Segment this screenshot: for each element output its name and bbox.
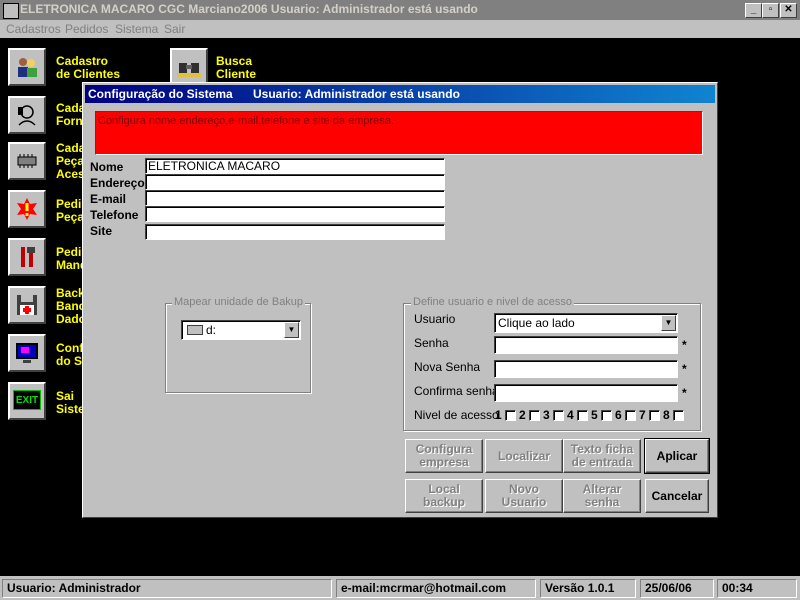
level-checkbox[interactable] — [625, 410, 636, 421]
cancelar-button[interactable]: Cancelar — [645, 479, 709, 513]
aplicar-button[interactable]: Aplicar — [644, 438, 710, 474]
alert-icon[interactable] — [8, 190, 46, 228]
texto-ficha-button[interactable]: Texto ficha de entrada — [563, 439, 641, 473]
drive-icon — [187, 325, 203, 335]
level-checkbox[interactable] — [673, 410, 684, 421]
monitor-icon[interactable] — [8, 334, 46, 372]
dialog-title-user: Usuario: Administrador está usando — [253, 87, 460, 101]
chevron-down-icon[interactable]: ▼ — [661, 315, 676, 331]
level-label: 1 — [495, 408, 502, 422]
usuario-select[interactable]: Clique ao lado ▼ — [494, 313, 678, 333]
status-version: Versão 1.0.1 — [540, 579, 636, 598]
senha-field[interactable] — [494, 336, 678, 354]
exit-icon[interactable]: EXIT — [8, 382, 46, 420]
level-checkbox[interactable] — [577, 410, 588, 421]
desktop-label-configuracao-sistema[interactable]: Conf do S — [56, 342, 83, 368]
level-label: 7 — [639, 408, 646, 422]
people-icon[interactable] — [8, 48, 46, 86]
endereco-label: Endereço — [90, 176, 145, 190]
drive-select[interactable]: d: ▼ — [181, 320, 301, 340]
info-banner: Configura nome,endereço,e-mail,telefone … — [95, 111, 703, 155]
chip-icon[interactable] — [8, 142, 46, 180]
desktop-label-pedido-pecas[interactable]: Pedi Peça — [56, 198, 84, 224]
nome-field[interactable]: ELETRONICA MACARO — [145, 158, 445, 174]
required-mark: * — [682, 338, 687, 352]
level-checkbox[interactable] — [505, 410, 516, 421]
level-label: 5 — [591, 408, 598, 422]
phone-person-icon[interactable] — [8, 96, 46, 134]
nova-senha-label: Nova Senha — [414, 360, 481, 374]
menu-cadastros[interactable]: Cadastros — [6, 22, 61, 36]
nivel-acesso-label: Nivel de acesso — [414, 408, 499, 422]
confirma-senha-field[interactable] — [494, 384, 678, 402]
level-checkbox[interactable] — [649, 410, 660, 421]
minimize-button[interactable]: _ — [745, 3, 762, 18]
telefone-label: Telefone — [90, 208, 139, 222]
desktop-label-cadastro-clientes[interactable]: Cadastro de Clientes — [56, 55, 120, 81]
required-mark: * — [682, 386, 687, 400]
backup-group-title: Mapear unidade de Bakup — [172, 296, 306, 308]
level-checkbox[interactable] — [529, 410, 540, 421]
level-label: 6 — [615, 408, 622, 422]
desktop-label-sair-sistema[interactable]: Sai Siste — [56, 390, 85, 416]
usuario-label: Usuario — [414, 312, 456, 326]
level-label: 8 — [663, 408, 670, 422]
endereco-field[interactable] — [145, 174, 445, 190]
restore-button[interactable]: ▫ — [762, 3, 779, 18]
localizar-button[interactable]: Localizar — [485, 439, 563, 473]
main-title-bar: ELETRONICA MACARO CGC Marciano2006 Usuar… — [0, 0, 800, 20]
drive-value: d: — [206, 323, 217, 337]
usuario-value: Clique ao lado — [498, 316, 575, 330]
telefone-field[interactable] — [145, 206, 445, 222]
desktop-label-cadastro-fornecedor[interactable]: Cada Forn — [56, 102, 85, 128]
status-time: 00:34 — [717, 579, 797, 598]
level-checkbox[interactable] — [601, 410, 612, 421]
status-date: 25/06/06 — [640, 579, 714, 598]
menu-sair[interactable]: Sair — [164, 22, 185, 36]
level-label: 3 — [543, 408, 550, 422]
config-dialog: Configuração do Sistema Usuario: Adminis… — [82, 82, 718, 518]
alterar-senha-button[interactable]: Alterar senha — [563, 479, 641, 513]
app-icon[interactable] — [3, 3, 19, 19]
chevron-down-icon[interactable]: ▼ — [284, 322, 299, 338]
backup-group — [165, 303, 311, 393]
status-bar: Usuario: Administrador e-mail:mcrmar@hot… — [0, 576, 800, 600]
site-field[interactable] — [145, 224, 445, 240]
senha-label: Senha — [414, 336, 449, 350]
menu-sistema[interactable]: Sistema — [115, 22, 158, 36]
nivel-acesso-checkboxes: 1 2 3 4 5 6 7 8 — [495, 408, 695, 422]
level-label: 2 — [519, 408, 526, 422]
status-email: e-mail:mcrmar@hotmail.com — [336, 579, 536, 598]
configura-empresa-button[interactable]: Configura empresa — [405, 439, 483, 473]
desktop-label-cadastro-pecas[interactable]: Cada Peça Aces — [56, 142, 85, 181]
exit-icon-text: EXIT — [15, 394, 39, 406]
info-text: Configura nome,endereço,e-mail,telefone … — [98, 115, 394, 127]
status-user: Usuario: Administrador — [2, 579, 332, 598]
tools-icon[interactable] — [8, 238, 46, 276]
nome-label: Nome — [90, 160, 124, 174]
novo-usuario-button[interactable]: Novo Usuario — [485, 479, 563, 513]
binoculars-icon[interactable] — [170, 48, 208, 86]
level-label: 4 — [567, 408, 574, 422]
level-checkbox[interactable] — [553, 410, 564, 421]
floppy-icon[interactable] — [8, 286, 46, 324]
site-label: Site — [90, 224, 113, 238]
email-field[interactable] — [145, 190, 445, 206]
user-group-title: Define usuario e nivel de acesso — [411, 296, 574, 308]
nova-senha-field[interactable] — [494, 360, 678, 378]
desktop-label-busca-cliente[interactable]: Busca Cliente — [216, 55, 256, 81]
close-button[interactable]: ✕ — [780, 3, 797, 18]
dialog-title-bar: Configuração do Sistema Usuario: Adminis… — [85, 85, 715, 103]
confirma-senha-label: Confirma senha — [414, 384, 499, 398]
required-mark: * — [682, 362, 687, 376]
dialog-title: Configuração do Sistema — [88, 87, 233, 101]
email-label: E-mail — [90, 192, 127, 206]
menu-bar: Cadastros Pedidos Sistema Sair — [0, 20, 800, 38]
local-backup-button[interactable]: Local backup — [405, 479, 483, 513]
menu-pedidos[interactable]: Pedidos — [65, 22, 108, 36]
window-title: ELETRONICA MACARO CGC Marciano2006 Usuar… — [20, 2, 478, 16]
